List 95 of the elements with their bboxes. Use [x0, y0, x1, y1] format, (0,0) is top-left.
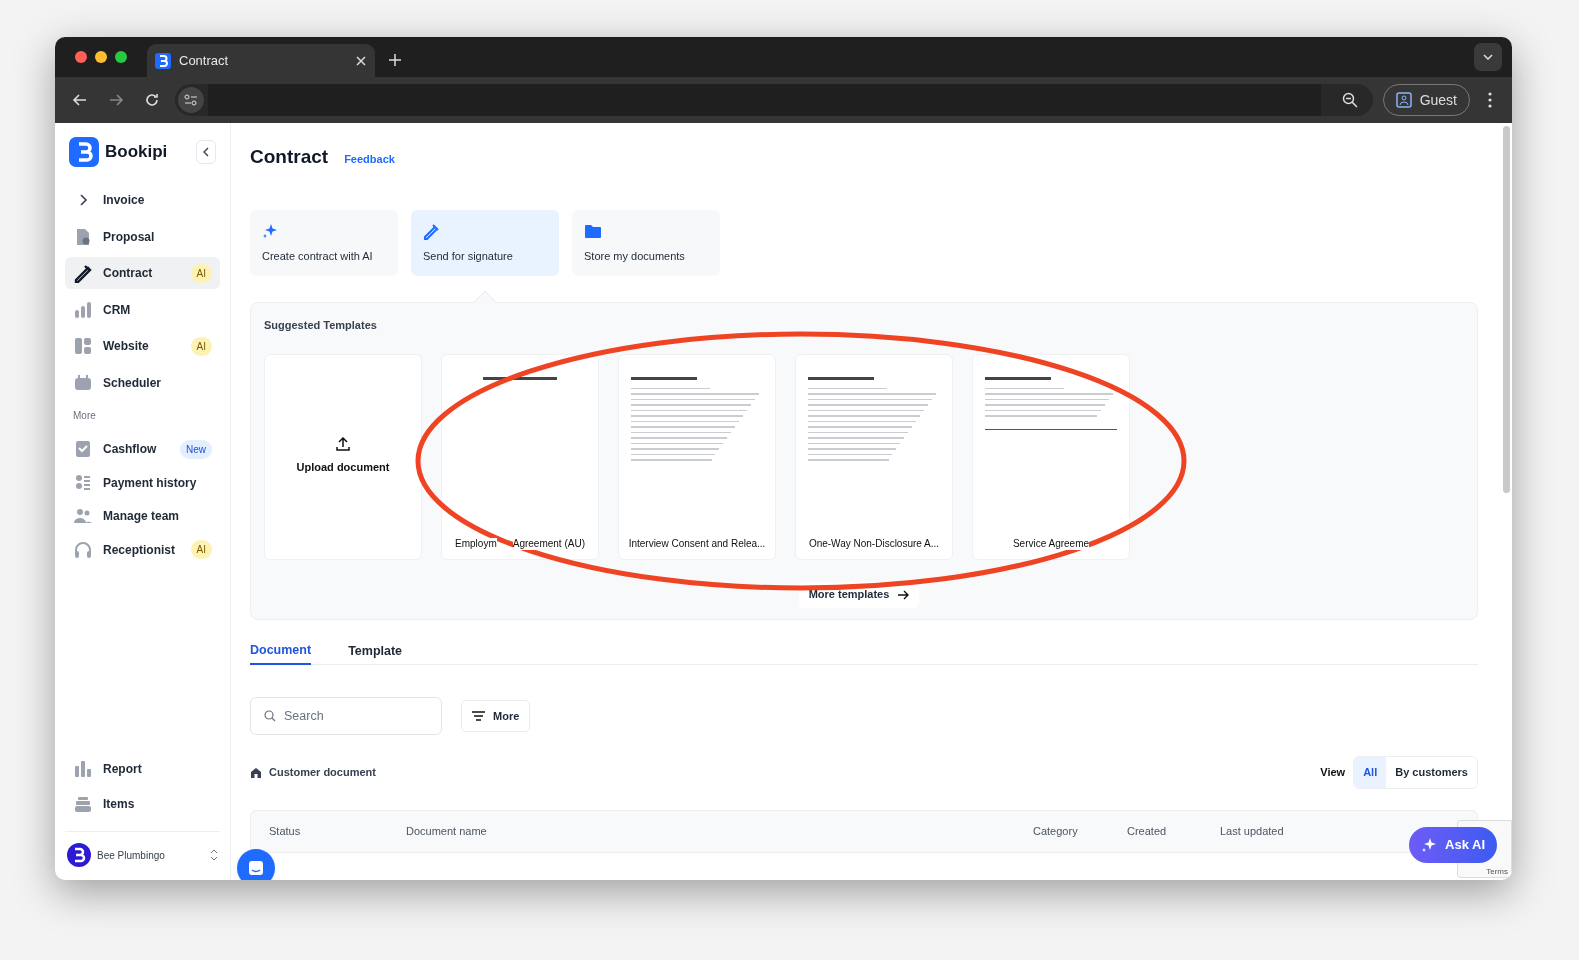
site-settings-button[interactable] — [178, 87, 204, 113]
sidebar-item[interactable]: Cashflow New — [65, 433, 220, 465]
tab-title: Contract — [179, 51, 230, 70]
view-option[interactable]: All — [1354, 757, 1387, 788]
sliders-icon — [184, 94, 198, 106]
upload-icon — [336, 437, 350, 452]
recaptcha-link[interactable]: Terms — [1486, 867, 1508, 876]
sidebar-item[interactable]: Payment history — [65, 466, 220, 499]
zoom-button[interactable] — [1340, 91, 1359, 109]
arrow-right-icon — [108, 92, 124, 108]
action-card[interactable]: Create contract with AI — [250, 210, 398, 276]
template-card[interactable]: Service Agreeme — [972, 353, 1130, 560]
chevron-down-icon — [1483, 54, 1493, 60]
sidebar-item[interactable]: Manage team — [65, 500, 220, 532]
collapse-button[interactable] — [196, 140, 216, 164]
tab[interactable]: Document — [250, 637, 312, 665]
sidebar-badge: AI — [190, 263, 212, 283]
sidebar-item[interactable]: Scheduler — [65, 366, 220, 399]
window-control[interactable] — [75, 51, 87, 63]
view-label: View — [1320, 765, 1346, 781]
tab[interactable]: Template — [348, 637, 403, 665]
sidebar-item[interactable]: Invoice — [65, 184, 220, 216]
filter-icon — [472, 711, 485, 721]
brand-name: Bookipi — [105, 141, 169, 164]
chat-icon — [248, 860, 264, 876]
account-switcher[interactable]: Bee Plumbingo — [65, 840, 220, 870]
profile-icon — [1395, 92, 1412, 108]
plus-icon — [389, 54, 401, 66]
ask-ai-button[interactable]: Ask AI — [1409, 827, 1497, 863]
arrow-right-icon — [897, 588, 910, 601]
template-title: Employm — [455, 537, 497, 550]
sidebar-badge: AI — [190, 336, 212, 356]
folder-icon — [584, 222, 602, 240]
action-card[interactable]: Send for signature — [411, 210, 559, 276]
favicon-icon — [155, 52, 171, 69]
team-icon — [73, 506, 93, 526]
window-control[interactable] — [115, 51, 127, 63]
template-title: Interview Consent and Relea... — [628, 537, 766, 550]
search-input[interactable]: Search — [284, 706, 428, 726]
sidebar-item[interactable]: Report — [65, 753, 220, 785]
kebab-menu-icon — [1488, 92, 1492, 108]
window-control[interactable] — [95, 51, 107, 63]
template-card[interactable]: Interview Consent and Relea... — [618, 353, 776, 560]
tab-list-button[interactable] — [1474, 43, 1502, 71]
column-header[interactable]: Last updated — [1220, 823, 1340, 840]
expand-icon — [210, 849, 218, 861]
column-header[interactable]: Document name — [406, 823, 1033, 840]
sidebar-item[interactable]: CRM — [65, 293, 220, 326]
close-icon — [355, 54, 367, 67]
chevron-left-icon — [203, 147, 209, 157]
sidebar-badge: New — [180, 439, 212, 459]
section-title: Customer document — [269, 765, 377, 781]
sidebar-item[interactable]: Items — [65, 788, 220, 820]
logo-icon — [69, 137, 99, 167]
reload-icon — [144, 92, 160, 108]
pen-icon — [73, 263, 93, 283]
column-header[interactable]: Status — [251, 823, 406, 840]
calendar-icon — [73, 372, 93, 393]
template-card[interactable]: Employm Agreement (AU) — [441, 353, 599, 560]
house-icon — [250, 766, 262, 779]
filter-button[interactable]: More — [461, 700, 531, 732]
template-title: One-Way Non-Disclosure A... — [808, 537, 940, 550]
sidebar-item[interactable]: Contract AI — [65, 257, 220, 289]
sidebar-badge: AI — [190, 540, 212, 559]
bar-chart-icon — [73, 299, 93, 320]
template-title: Service Agreeme — [1012, 537, 1090, 550]
layout-icon — [73, 336, 93, 356]
checklist-icon — [73, 439, 93, 459]
coins-icon — [73, 472, 93, 493]
section-label: More — [72, 408, 97, 423]
action-card[interactable]: Store my documents — [572, 210, 720, 276]
stack-icon — [73, 794, 93, 814]
account-name: Bee Plumbingo — [97, 848, 166, 863]
browser-tab[interactable]: Contract — [147, 44, 375, 77]
sidebar-item[interactable]: Website AI — [65, 330, 220, 362]
upload-card[interactable]: Upload document — [264, 353, 422, 560]
sidebar-item[interactable]: Proposal — [65, 220, 220, 253]
headset-icon — [73, 539, 93, 560]
column-header[interactable]: Category — [1033, 823, 1127, 840]
sidebar-item[interactable]: Receptionist AI — [65, 533, 220, 566]
chat-button[interactable] — [237, 849, 275, 880]
column-header[interactable]: Created — [1127, 823, 1220, 840]
account-avatar-icon — [67, 843, 91, 867]
panel-title: Suggested Templates — [264, 318, 378, 333]
search-field[interactable]: Search — [250, 697, 442, 735]
pen-icon — [423, 222, 441, 240]
template-title: Agreement (AU) — [512, 537, 585, 550]
scrollbar-thumb[interactable] — [1503, 126, 1510, 493]
feedback-link[interactable]: Feedback — [344, 151, 395, 168]
template-card[interactable]: One-Way Non-Disclosure A... — [795, 353, 953, 560]
chart-icon — [73, 759, 93, 779]
search-icon — [264, 710, 276, 722]
arrow-left-icon — [72, 92, 88, 108]
page-title: Contract — [250, 145, 329, 169]
zoom-out-icon — [1341, 92, 1358, 108]
